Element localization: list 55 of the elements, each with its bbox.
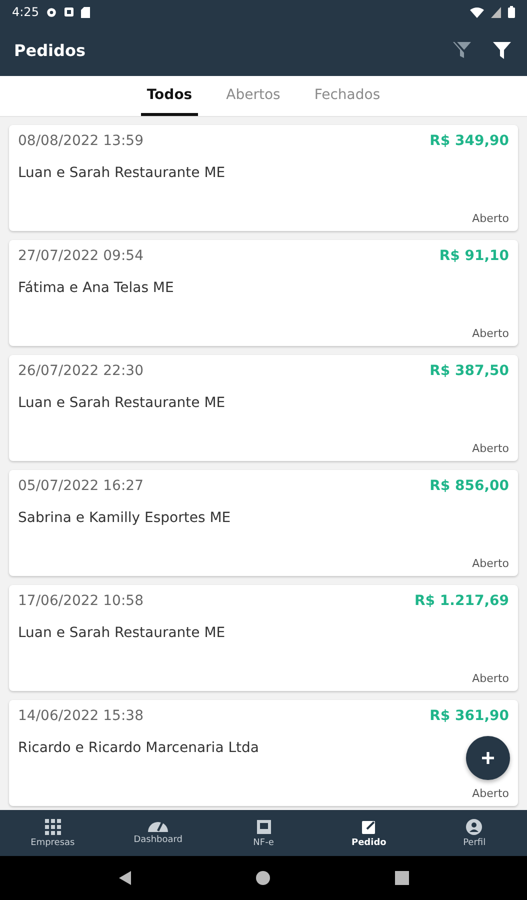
order-date: 26/07/2022 22:30	[18, 363, 144, 379]
order-card[interactable]: 08/08/2022 13:59 R$ 349,90 Luan e Sarah Restaurante ME Aberto	[9, 125, 518, 231]
order-status: Aberto	[472, 557, 509, 570]
grid-icon	[44, 818, 61, 834]
status-time: 4:25	[12, 5, 39, 19]
nav-item[interactable]: Perfil	[422, 810, 527, 856]
nav-item[interactable]: Empresas	[0, 810, 106, 856]
order-card[interactable]: 17/06/2022 10:58 R$ 1.217,69 Luan e Sarah Restaurante ME Aberto	[9, 585, 518, 691]
order-total: R$ 91,10	[439, 248, 509, 264]
order-card[interactable]: 27/07/2022 09:54 R$ 91,10 Fátima e Ana Telas ME Aberto	[9, 240, 518, 346]
order-status: Aberto	[472, 212, 509, 225]
order-status: Aberto	[472, 672, 509, 685]
order-card[interactable]: 26/07/2022 22:30 R$ 387,50 Luan e Sarah Restaurante ME Aberto	[9, 355, 518, 461]
filter-icon[interactable]	[491, 39, 513, 61]
order-total: R$ 349,90	[430, 133, 509, 149]
wifi-icon	[470, 6, 484, 18]
sd-card-icon	[80, 6, 90, 18]
nav-item[interactable]: Dashboard	[105, 810, 211, 856]
order-card[interactable]: 05/07/2022 16:27 R$ 856,00 Sabrina e Kamilly Esportes ME Aberto	[9, 470, 518, 576]
order-status: Aberto	[472, 787, 509, 800]
order-status: Aberto	[472, 442, 509, 455]
clear-filter-icon[interactable]	[451, 39, 473, 61]
tab[interactable]: Todos	[140, 76, 198, 116]
order-total: R$ 856,00	[430, 478, 509, 494]
customer-name: Ricardo e Ricardo Marcenaria Ltda	[18, 740, 260, 756]
order-date: 05/07/2022 16:27	[18, 478, 144, 494]
customer-name: Luan e Sarah Restaurante ME	[18, 395, 226, 411]
customer-name: Fátima e Ana Telas ME	[18, 280, 175, 296]
order-date: 14/06/2022 15:38	[18, 708, 144, 724]
order-card[interactable]: 14/06/2022 15:38 R$ 361,90 Ricardo e Ricardo Marcenaria Ltda Aberto	[9, 700, 518, 806]
order-status: Aberto	[472, 327, 509, 340]
screen-title: Pedidos	[14, 40, 86, 60]
battery-icon	[508, 6, 515, 18]
customer-name: Luan e Sarah Restaurante ME	[18, 165, 226, 181]
gauge-icon	[148, 822, 168, 832]
nav-item[interactable]: Pedido	[316, 810, 422, 856]
order-date: 17/06/2022 10:58	[18, 593, 144, 609]
order-total: R$ 1.217,69	[414, 593, 509, 609]
order-date: 08/08/2022 13:59	[18, 133, 144, 149]
customer-name: Luan e Sarah Restaurante ME	[18, 625, 226, 641]
document-icon	[256, 818, 272, 834]
settings-icon	[46, 6, 57, 18]
edit-icon	[360, 818, 377, 834]
plus-icon	[481, 751, 495, 765]
customer-name: Sabrina e Kamilly Esportes ME	[18, 510, 232, 526]
square-icon	[64, 7, 74, 17]
order-total: R$ 387,50	[430, 363, 509, 379]
back-icon[interactable]	[118, 871, 130, 885]
signal-icon	[491, 6, 501, 18]
profile-icon	[466, 818, 482, 834]
order-total: R$ 361,90	[430, 708, 509, 724]
nav-item[interactable]: NF-e	[210, 810, 316, 856]
home-icon[interactable]	[256, 871, 270, 885]
order-date: 27/07/2022 09:54	[18, 248, 144, 264]
recents-icon[interactable]	[394, 871, 408, 885]
